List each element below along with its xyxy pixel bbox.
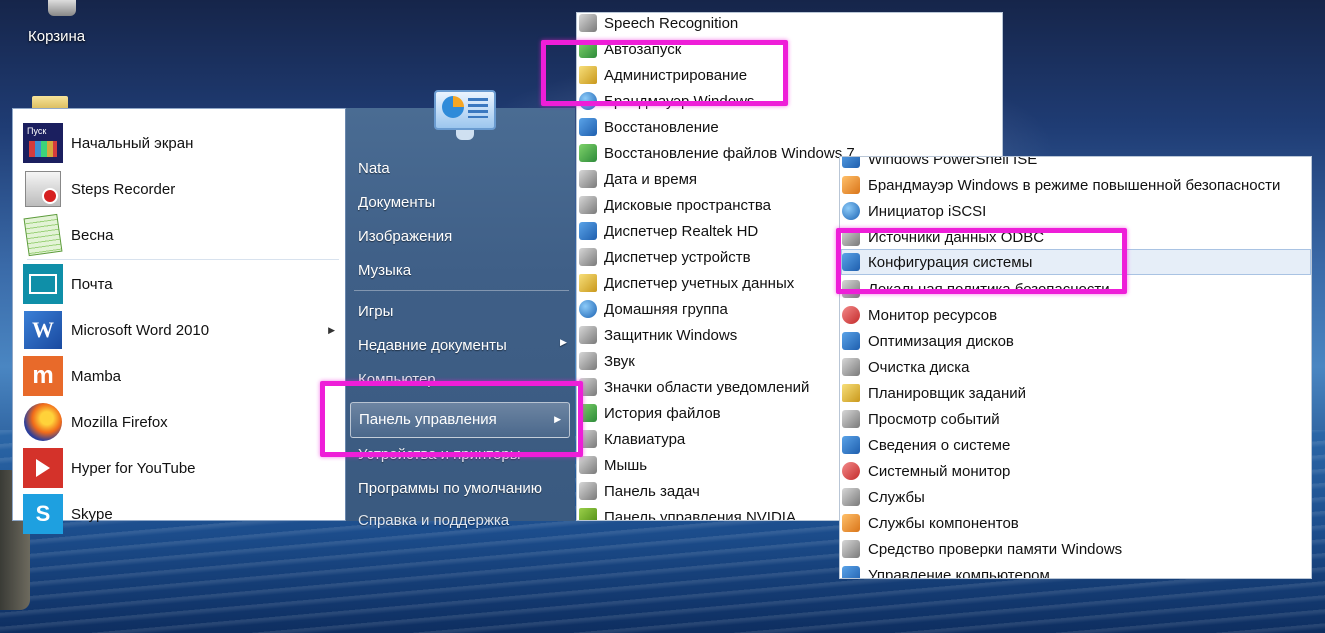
youtube-icon: [23, 448, 63, 488]
system-info-icon: [842, 436, 860, 454]
nvidia-icon: [579, 508, 597, 520]
services-icon: [842, 488, 860, 506]
program-item-steps-recorder[interactable]: Steps Recorder: [23, 167, 343, 211]
admin-tool-item[interactable]: Системный монитор: [842, 458, 1310, 484]
defender-icon: [579, 326, 597, 344]
control-panel-emblem-icon: [434, 90, 496, 142]
admin-tool-item[interactable]: Инициатор iSCSI: [842, 198, 1310, 224]
admin-tool-item[interactable]: Брандмауэр Windows в режиме повышенной б…: [842, 172, 1310, 198]
places-item-music[interactable]: Музыка: [358, 262, 411, 279]
storage-icon: [579, 196, 597, 214]
program-label: Mamba: [71, 367, 122, 385]
program-label: Microsoft Word 2010: [71, 321, 210, 339]
places-item-user[interactable]: Nata: [358, 160, 390, 177]
word-icon: W: [24, 311, 62, 349]
mail-icon: [23, 264, 63, 304]
places-item-help[interactable]: Справка и поддержка: [358, 512, 509, 529]
realtek-icon: [579, 222, 597, 240]
performance-monitor-icon: [842, 462, 860, 480]
program-label: Hyper for YouTube: [71, 459, 196, 477]
admin-tool-item[interactable]: Службы: [842, 484, 1310, 510]
backup-icon: [579, 144, 597, 162]
firewall-advanced-icon: [842, 176, 860, 194]
admin-tool-item[interactable]: Управление компьютером: [842, 562, 1310, 578]
program-item-mail[interactable]: Почта: [23, 262, 343, 306]
admin-tool-item[interactable]: Средство проверки памяти Windows: [842, 536, 1310, 562]
start-menu-places: Nata Документы Изображения Музыка Игры Н…: [346, 108, 575, 529]
powershell-icon: [842, 157, 860, 168]
admin-tool-item[interactable]: Очистка диска: [842, 354, 1310, 380]
admin-tool-item[interactable]: Оптимизация дисков: [842, 328, 1310, 354]
microphone-icon: [579, 14, 597, 32]
event-viewer-icon: [842, 410, 860, 428]
program-item-mamba[interactable]: m Mamba: [23, 354, 343, 398]
mouse-icon: [579, 456, 597, 474]
defrag-icon: [842, 332, 860, 350]
program-label: Почта: [71, 275, 113, 293]
control-panel-item[interactable]: Speech Recognition: [579, 13, 999, 36]
admin-tool-item[interactable]: Просмотр событий: [842, 406, 1310, 432]
control-panel-item[interactable]: Восстановление: [579, 114, 999, 140]
places-item-games[interactable]: Игры: [358, 303, 393, 320]
program-item-firefox[interactable]: Mozilla Firefox: [23, 400, 343, 444]
program-item-youtube[interactable]: Hyper for YouTube: [23, 446, 343, 490]
steps-recorder-icon: [25, 171, 61, 207]
recycle-bin-label: Корзина: [28, 28, 86, 45]
program-label: Skype: [71, 505, 113, 523]
component-services-icon: [842, 514, 860, 532]
submenu-arrow-icon[interactable]: ▶: [560, 337, 567, 348]
program-label: Начальный экран: [71, 134, 194, 152]
highlight-msconfig: [836, 228, 1127, 294]
admin-tool-item[interactable]: Планировщик заданий: [842, 380, 1310, 406]
program-item-start-screen[interactable]: Пуск Начальный экран: [23, 121, 343, 165]
admin-tool-item[interactable]: Службы компонентов: [842, 510, 1310, 536]
recycle-bin-shortcut[interactable]: Корзина: [22, 0, 102, 48]
admin-tool-item[interactable]: Windows PowerShell ISE: [842, 157, 1310, 172]
device-manager-icon: [579, 248, 597, 266]
places-item-recent[interactable]: Недавние документы: [358, 337, 507, 354]
credential-icon: [579, 274, 597, 292]
program-label: Весна: [71, 226, 114, 244]
submenu-arrow-icon[interactable]: ▶: [328, 325, 335, 336]
task-scheduler-icon: [842, 384, 860, 402]
homegroup-icon: [579, 300, 597, 318]
program-item-word[interactable]: W Microsoft Word 2010 ▶: [23, 308, 343, 352]
skype-icon: S: [23, 494, 63, 534]
memory-diagnostic-icon: [842, 540, 860, 558]
recycle-bin-icon: [48, 0, 76, 16]
resource-monitor-icon: [842, 306, 860, 324]
start-menu-programs: Пуск Начальный экран Steps Recorder Весн…: [12, 108, 346, 534]
clock-icon: [579, 170, 597, 188]
computer-management-icon: [842, 566, 860, 578]
highlight-admin-tools: [541, 40, 788, 106]
places-item-pictures[interactable]: Изображения: [358, 228, 452, 245]
start-menu: Пуск Начальный экран Steps Recorder Весн…: [12, 90, 575, 534]
firefox-icon: [24, 403, 62, 441]
sound-icon: [579, 352, 597, 370]
mamba-icon: m: [23, 356, 63, 396]
program-item-skype[interactable]: S Skype: [23, 492, 343, 536]
program-label: Steps Recorder: [71, 180, 176, 198]
places-divider: [354, 290, 569, 291]
disk-cleanup-icon: [842, 358, 860, 376]
start-screen-icon: Пуск: [23, 123, 63, 163]
places-item-default-programs[interactable]: Программы по умолчанию: [358, 480, 542, 497]
admin-tools-submenu: Windows PowerShell ISE Брандмауэр Window…: [839, 156, 1312, 579]
places-item-documents[interactable]: Документы: [358, 194, 435, 211]
highlight-control-panel: [320, 381, 583, 457]
taskbar-icon: [579, 482, 597, 500]
iscsi-icon: [842, 202, 860, 220]
notepad-icon: [23, 213, 63, 257]
recovery-icon: [579, 118, 597, 136]
program-item-vesna[interactable]: Весна: [23, 213, 343, 257]
programs-divider: [27, 259, 339, 260]
program-label: Mozilla Firefox: [71, 413, 168, 431]
admin-tool-item[interactable]: Сведения о системе: [842, 432, 1310, 458]
admin-tool-item[interactable]: Монитор ресурсов: [842, 302, 1310, 328]
